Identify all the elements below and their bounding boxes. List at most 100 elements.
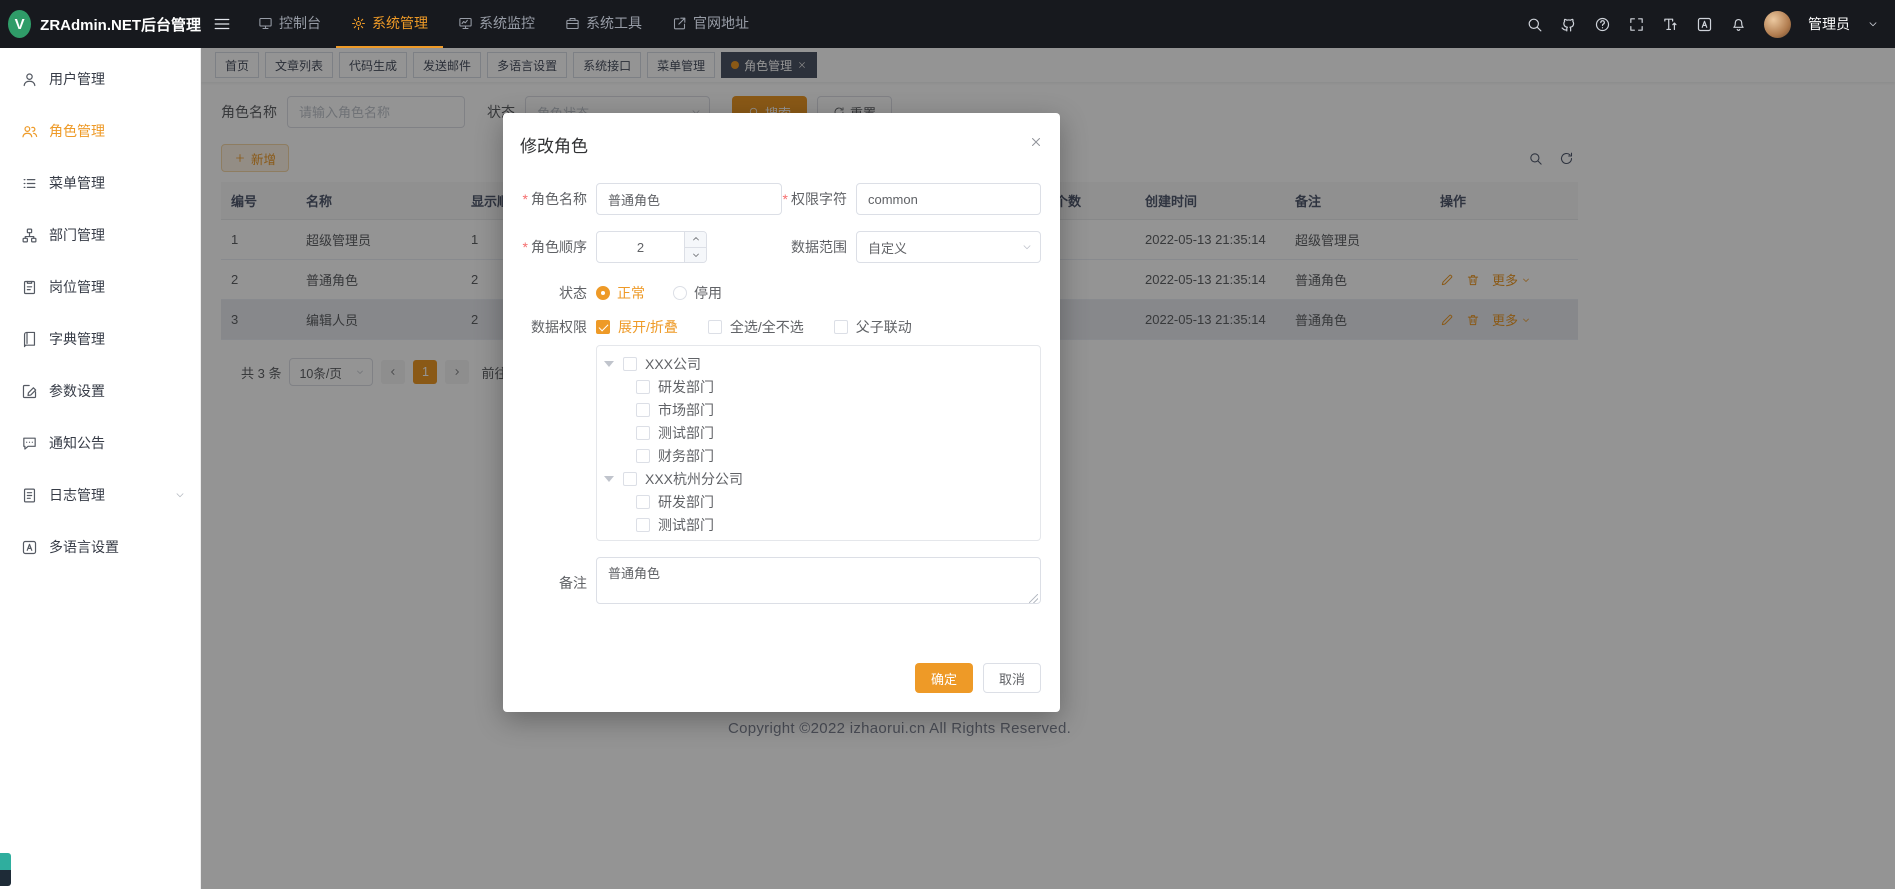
org-tree-icon <box>21 227 38 244</box>
sidebar-toggle-icon[interactable] <box>201 0 243 48</box>
tree-checkbox[interactable] <box>636 380 650 394</box>
role-sort-input[interactable] <box>597 232 684 262</box>
radio-dot <box>596 286 610 300</box>
sidebar: 用户管理 角色管理 菜单管理 部门管理 岗位管理 字典管理 参数设置 通知公告 <box>0 48 201 889</box>
app-root: V ZRAdmin.NET后台管理 控制台 系统管理 系统监控 系统工具 <box>0 0 1895 889</box>
sidebar-item-menus[interactable]: 菜单管理 <box>0 157 200 209</box>
brand: V ZRAdmin.NET后台管理 <box>0 10 201 38</box>
sidebar-item-label: 岗位管理 <box>49 277 105 297</box>
sidebar-item-languages[interactable]: 多语言设置 <box>0 521 200 573</box>
sidebar-item-notices[interactable]: 通知公告 <box>0 417 200 469</box>
tree-node-company-1[interactable]: XXX公司 <box>597 352 1040 375</box>
tree-node-dept[interactable]: 研发部门 <box>597 375 1040 398</box>
tree-node-label: 研发部门 <box>658 492 714 512</box>
tree-node-dept[interactable]: 测试部门 <box>597 421 1040 444</box>
notification-bell-icon[interactable] <box>1730 16 1747 33</box>
confirm-button-label: 确定 <box>931 669 957 688</box>
role-name-field[interactable] <box>596 183 782 215</box>
sidebar-item-label: 多语言设置 <box>49 537 119 557</box>
data-scope-value: 自定义 <box>868 238 907 257</box>
tree-checkbox[interactable] <box>636 495 650 509</box>
tree-node-label: 研发部门 <box>658 377 714 397</box>
sidebar-item-roles[interactable]: 角色管理 <box>0 105 200 157</box>
role-key-field[interactable] <box>856 183 1041 215</box>
translate-icon <box>21 539 38 556</box>
tree-node-dept[interactable]: 测试部门 <box>597 513 1040 536</box>
tree-node-label: 市场部门 <box>658 400 714 420</box>
avatar[interactable] <box>1764 11 1791 38</box>
language-icon[interactable] <box>1696 16 1713 33</box>
radio-status-disabled[interactable]: 停用 <box>673 283 722 303</box>
help-icon[interactable] <box>1594 16 1611 33</box>
monitor-chart-icon <box>458 16 473 31</box>
tree-checkbox[interactable] <box>636 426 650 440</box>
close-icon[interactable] <box>1029 135 1043 149</box>
document-icon <box>21 487 38 504</box>
tree-node-label: 测试部门 <box>658 423 714 443</box>
checkbox-label: 展开/折叠 <box>618 317 678 337</box>
nav-item-system-management[interactable]: 系统管理 <box>336 0 443 48</box>
sidebar-item-label: 角色管理 <box>49 121 105 141</box>
cancel-button-label: 取消 <box>999 669 1025 688</box>
sidebar-item-logs[interactable]: 日志管理 <box>0 469 200 521</box>
top-header: V ZRAdmin.NET后台管理 控制台 系统管理 系统监控 系统工具 <box>0 0 1895 48</box>
nav-item-console[interactable]: 控制台 <box>243 0 336 48</box>
message-icon <box>21 435 38 452</box>
radio-status-normal[interactable]: 正常 <box>596 283 645 303</box>
fullscreen-icon[interactable] <box>1628 16 1645 33</box>
stepper-down-button[interactable] <box>685 248 706 263</box>
github-icon[interactable] <box>1560 16 1577 33</box>
tree-checkbox[interactable] <box>636 403 650 417</box>
tree-node-dept[interactable]: 研发部门 <box>597 490 1040 513</box>
username[interactable]: 管理员 <box>1808 14 1850 34</box>
toolbox-icon <box>565 16 580 31</box>
font-size-icon[interactable] <box>1662 16 1679 33</box>
checkbox-select-all[interactable]: 全选/全不选 <box>708 317 804 337</box>
tree-checkbox[interactable] <box>623 472 637 486</box>
caret-down-icon[interactable] <box>604 476 614 482</box>
chevron-down-icon <box>174 489 186 501</box>
form-row-tree: XXX公司 研发部门 市场部门 测试部门 <box>515 345 1041 541</box>
role-sort-stepper[interactable] <box>596 231 707 263</box>
sidebar-item-departments[interactable]: 部门管理 <box>0 209 200 261</box>
checkbox <box>708 320 722 334</box>
tree-checkbox[interactable] <box>623 357 637 371</box>
tree-node-label: 测试部门 <box>658 515 714 535</box>
nav-item-system-tools[interactable]: 系统工具 <box>550 0 657 48</box>
form-row-data-permission: 数据权限 展开/折叠 全选/全不选 父子联动 <box>515 317 1041 337</box>
dialog-header: 修改角色 <box>503 113 1060 157</box>
corner-widget <box>0 853 11 886</box>
form-row-remark: 备注 普通角色 <box>515 557 1041 609</box>
data-scope-select[interactable]: 自定义 <box>856 231 1041 263</box>
sidebar-item-label: 通知公告 <box>49 433 105 453</box>
cancel-button[interactable]: 取消 <box>983 663 1041 693</box>
tree-node-company-2[interactable]: XXX杭州分公司 <box>597 467 1040 490</box>
sidebar-item-label: 用户管理 <box>49 69 105 89</box>
search-icon[interactable] <box>1526 16 1543 33</box>
stepper-up-button[interactable] <box>685 232 706 248</box>
sidebar-item-dictionary[interactable]: 字典管理 <box>0 313 200 365</box>
radio-dot <box>673 286 687 300</box>
tree-node-label: XXX杭州分公司 <box>645 469 743 489</box>
tree-checkbox[interactable] <box>636 518 650 532</box>
nav-item-official-site[interactable]: 官网地址 <box>657 0 764 48</box>
user-caret-icon[interactable] <box>1867 18 1879 30</box>
logo-letter: V <box>15 16 25 33</box>
app-title: ZRAdmin.NET后台管理 <box>40 14 201 35</box>
checkbox-parent-child-link[interactable]: 父子联动 <box>834 317 912 337</box>
sidebar-item-parameters[interactable]: 参数设置 <box>0 365 200 417</box>
data-scope-field-label: 数据范围 <box>782 237 856 257</box>
remark-textarea[interactable]: 普通角色 <box>596 557 1041 604</box>
list-icon <box>21 175 38 192</box>
tree-node-dept[interactable]: 市场部门 <box>597 398 1040 421</box>
dept-tree: XXX公司 研发部门 市场部门 测试部门 <box>596 345 1041 541</box>
sidebar-item-posts[interactable]: 岗位管理 <box>0 261 200 313</box>
caret-down-icon[interactable] <box>604 361 614 367</box>
checkbox-expand-collapse[interactable]: 展开/折叠 <box>596 317 678 337</box>
confirm-button[interactable]: 确定 <box>915 663 973 693</box>
tree-node-dept[interactable]: 财务部门 <box>597 444 1040 467</box>
tree-checkbox[interactable] <box>636 449 650 463</box>
nav-item-system-monitor[interactable]: 系统监控 <box>443 0 550 48</box>
sidebar-item-label: 菜单管理 <box>49 173 105 193</box>
sidebar-item-users[interactable]: 用户管理 <box>0 53 200 105</box>
